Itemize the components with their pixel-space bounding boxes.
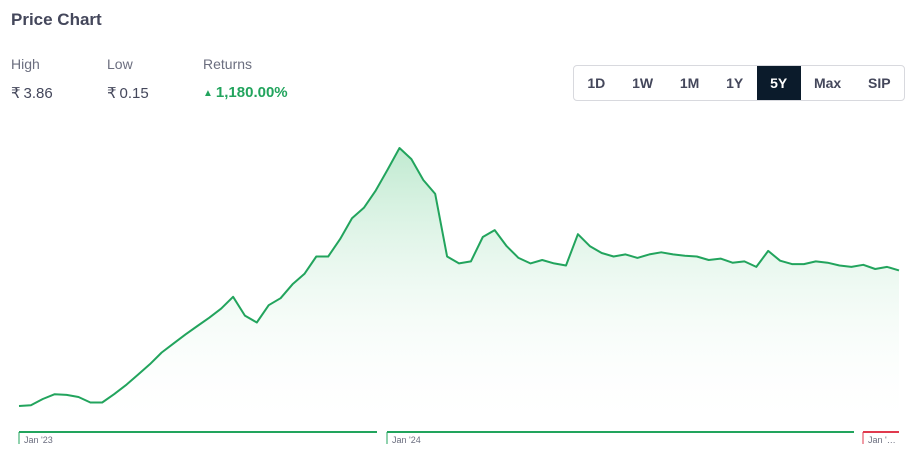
period-label: Jan '24 <box>392 435 421 445</box>
period-label: Jan '… <box>868 435 896 445</box>
period-label: Jan '23 <box>24 435 53 445</box>
price-chart: Jan '23 Jan '24 Jan '… <box>18 147 900 445</box>
price-area <box>19 148 899 430</box>
